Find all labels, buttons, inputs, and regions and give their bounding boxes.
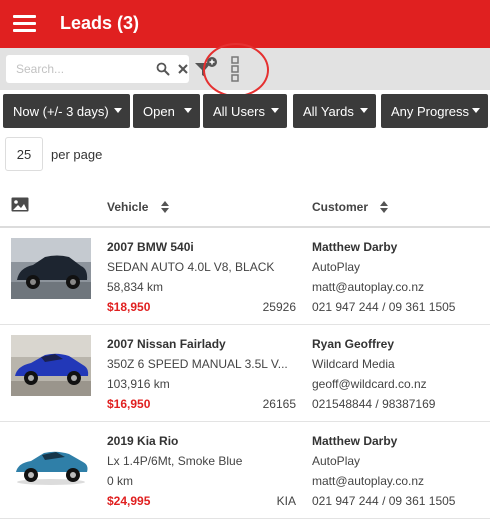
vehicle-description: SEDAN AUTO 4.0L V8, BLACK bbox=[107, 260, 275, 274]
sort-icon[interactable] bbox=[380, 201, 388, 213]
vehicle-title[interactable]: 2007 BMW 540i bbox=[107, 240, 194, 254]
vehicle-odometer: 0 km bbox=[107, 474, 134, 488]
customer-email[interactable]: geoff@wildcard.co.nz bbox=[312, 377, 427, 391]
search-box bbox=[6, 55, 189, 83]
customer-company: Wildcard Media bbox=[312, 357, 395, 371]
per-page-input[interactable]: 25 bbox=[5, 137, 43, 171]
caret-down-icon bbox=[472, 108, 480, 113]
users-filter[interactable]: All Users bbox=[203, 94, 287, 128]
per-page-label: per page bbox=[51, 147, 103, 162]
customer-company: AutoPlay bbox=[312, 260, 361, 274]
date-range-filter[interactable]: Now (+/- 3 days) bbox=[3, 94, 130, 128]
vehicle-photo bbox=[11, 432, 91, 493]
lead-row[interactable]: 2007 Nissan Fairlady 350Z 6 SPEED MANUAL… bbox=[0, 325, 490, 422]
vehicle-photo bbox=[11, 238, 91, 299]
stock-number: KIA bbox=[276, 494, 296, 508]
caret-down-icon bbox=[184, 108, 192, 113]
customer-name[interactable]: Matthew Darby bbox=[312, 434, 397, 448]
highlight-annotation bbox=[203, 43, 269, 97]
caret-down-icon bbox=[271, 108, 279, 113]
pagination-size: 25 per page bbox=[0, 137, 490, 171]
caret-down-icon bbox=[114, 108, 122, 113]
search-icon[interactable] bbox=[156, 62, 170, 76]
vehicle-title[interactable]: 2007 Nissan Fairlady bbox=[107, 337, 226, 351]
page-title: Leads (3) bbox=[60, 13, 140, 33]
search-input[interactable] bbox=[6, 55, 146, 83]
customer-email[interactable]: matt@autoplay.co.nz bbox=[312, 474, 424, 488]
vehicle-column-header[interactable]: Vehicle bbox=[107, 200, 148, 214]
customer-phone[interactable]: 021 947 244 / 09 361 1505 bbox=[312, 300, 455, 314]
yards-filter[interactable]: All Yards bbox=[293, 94, 376, 128]
table-header: Vehicle Customer bbox=[0, 186, 490, 228]
progress-filter-label: Any Progress bbox=[391, 103, 470, 119]
date-range-filter-label: Now (+/- 3 days) bbox=[13, 103, 109, 119]
customer-name[interactable]: Matthew Darby bbox=[312, 240, 397, 254]
filter-bar: Now (+/- 3 days) Open All Users All Yard… bbox=[0, 94, 490, 128]
lead-row[interactable]: 2007 BMW 540i SEDAN AUTO 4.0L V8, BLACK … bbox=[0, 228, 490, 325]
status-filter-label: Open bbox=[143, 103, 175, 119]
image-icon bbox=[11, 197, 29, 212]
vehicle-description: 350Z 6 SPEED MANUAL 3.5L V... bbox=[107, 357, 288, 371]
menu-icon[interactable] bbox=[13, 15, 36, 33]
vehicle-title[interactable]: 2019 Kia Rio bbox=[107, 434, 178, 448]
customer-phone[interactable]: 021 947 244 / 09 361 1505 bbox=[312, 494, 455, 508]
status-filter[interactable]: Open bbox=[133, 94, 200, 128]
vehicle-price: $18,950 bbox=[107, 300, 151, 314]
caret-down-icon bbox=[360, 108, 368, 113]
yards-filter-label: All Yards bbox=[303, 103, 354, 119]
app-header: Leads (3) bbox=[0, 0, 490, 48]
customer-column-header[interactable]: Customer bbox=[312, 200, 368, 214]
vehicle-odometer: 58,834 km bbox=[107, 280, 164, 294]
close-icon[interactable] bbox=[176, 62, 190, 76]
progress-filter[interactable]: Any Progress bbox=[381, 94, 488, 128]
customer-name[interactable]: Ryan Geoffrey bbox=[312, 337, 394, 351]
customer-email[interactable]: matt@autoplay.co.nz bbox=[312, 280, 424, 294]
users-filter-label: All Users bbox=[213, 103, 266, 119]
stock-number: 26165 bbox=[262, 397, 296, 411]
stock-number: 25926 bbox=[262, 300, 296, 314]
customer-company: AutoPlay bbox=[312, 454, 361, 468]
customer-phone[interactable]: 021548844 / 98387169 bbox=[312, 397, 435, 411]
vehicle-price: $16,950 bbox=[107, 397, 151, 411]
vehicle-description: Lx 1.4P/6Mt, Smoke Blue bbox=[107, 454, 243, 468]
lead-row[interactable]: 2019 Kia Rio Lx 1.4P/6Mt, Smoke Blue 0 k… bbox=[0, 422, 490, 519]
vehicle-photo bbox=[11, 335, 91, 396]
vehicle-odometer: 103,916 km bbox=[107, 377, 170, 391]
vehicle-price: $24,995 bbox=[107, 494, 151, 508]
sort-icon[interactable] bbox=[161, 201, 169, 213]
